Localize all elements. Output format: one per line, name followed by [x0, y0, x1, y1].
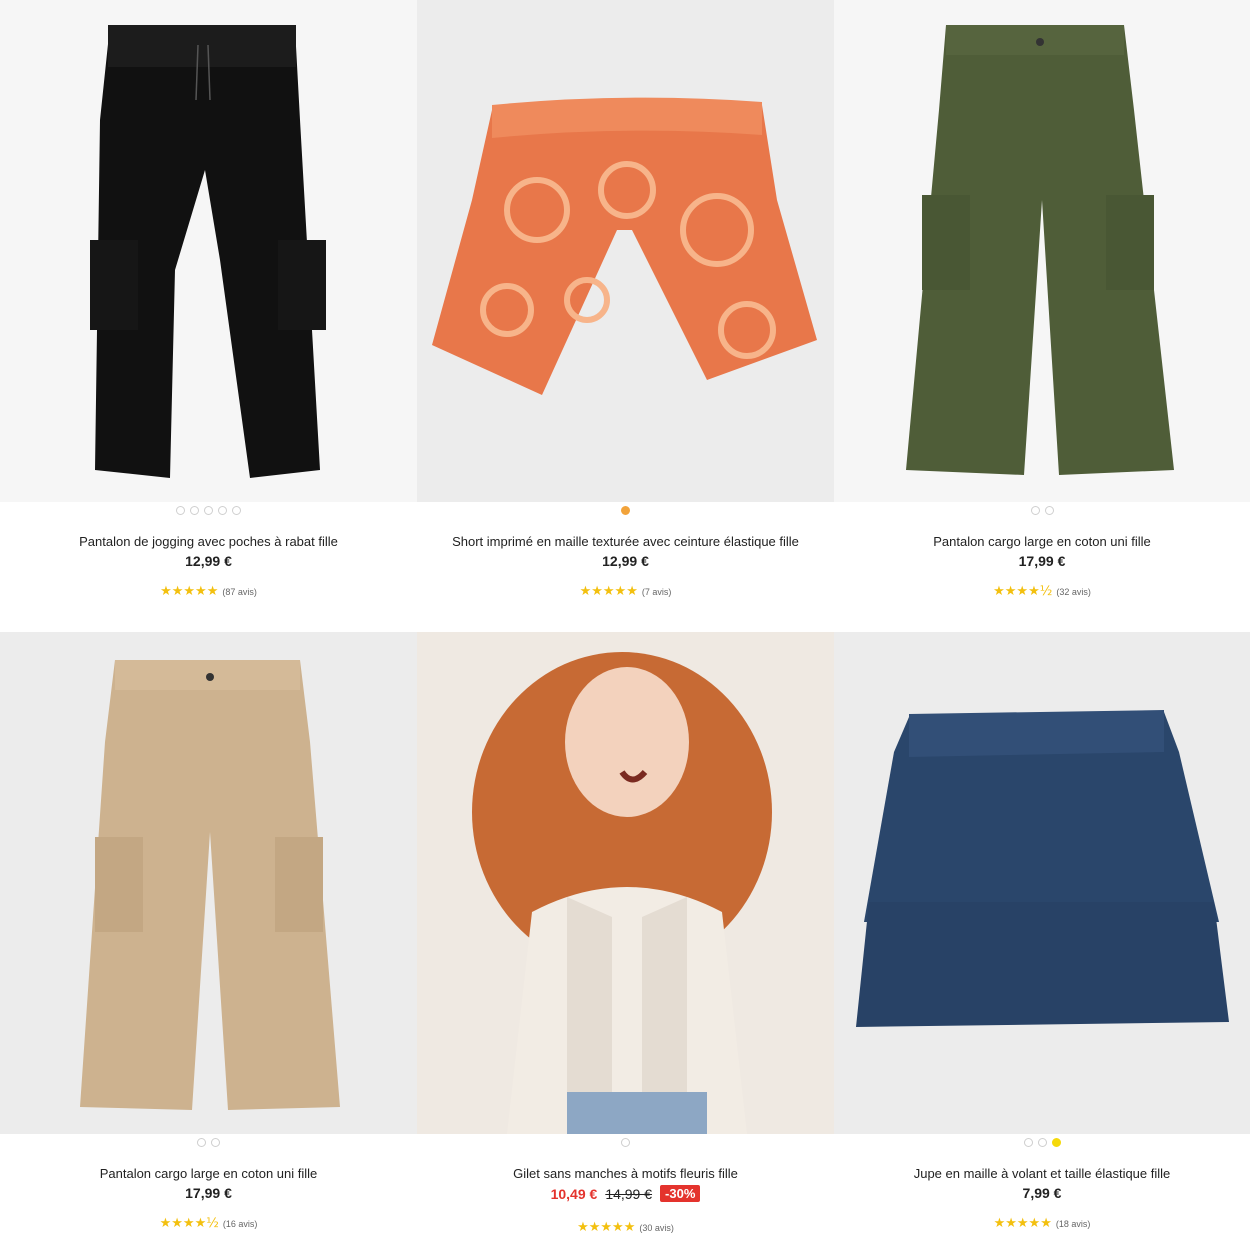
product-price: 12,99 € — [185, 553, 232, 569]
rating-stars-icon: ★★★★★ — [579, 584, 638, 599]
product-rating[interactable]: ★★★★½ (32 avis) — [834, 584, 1250, 599]
carousel-dot[interactable] — [211, 1138, 220, 1147]
khaki-cargo-illustration — [906, 25, 1174, 475]
carousel-dot[interactable] — [204, 506, 213, 515]
product-card[interactable]: Pantalon cargo large en coton uni fille … — [834, 0, 1250, 632]
product-card[interactable]: Pantalon cargo large en coton uni fille … — [0, 632, 417, 1235]
price-row: 17,99 € — [834, 553, 1250, 569]
product-card[interactable]: Gilet sans manches à motifs fleuris fill… — [417, 632, 834, 1235]
product-price: 7,99 € — [1022, 1185, 1062, 1201]
sale-price: 10,49 € — [550, 1185, 598, 1202]
product-rating[interactable]: ★★★★½ (16 avis) — [0, 1216, 417, 1231]
discount-badge: -30% — [660, 1185, 701, 1202]
orange-shorts-illustration — [432, 97, 817, 395]
carousel-dot[interactable] — [1037, 1138, 1047, 1147]
product-rating[interactable]: ★★★★★ (87 avis) — [0, 584, 417, 599]
image-carousel-dots[interactable] — [834, 506, 1250, 516]
review-count: (7 avis) — [641, 586, 672, 597]
product-price: 17,99 € — [1018, 553, 1066, 569]
original-price: 14,99 € — [605, 1185, 653, 1202]
product-rating[interactable]: ★★★★★ (7 avis) — [417, 584, 834, 599]
rating-stars-icon: ★★★★★ — [993, 1216, 1052, 1231]
rating-stars-icon: ★★★★★ — [577, 1220, 636, 1235]
product-title[interactable]: Pantalon cargo large en coton uni fille — [0, 1166, 417, 1181]
product-image-navy-ruffle-skirt[interactable] — [834, 632, 1250, 1134]
navy-skirt-illustration — [856, 710, 1229, 1027]
review-count: (30 avis) — [639, 1222, 674, 1233]
review-count: (32 avis) — [1056, 586, 1091, 597]
review-count: (16 avis) — [222, 1218, 258, 1229]
price-row: 12,99 € — [417, 553, 834, 569]
product-card[interactable]: Jupe en maille à volant et taille élasti… — [834, 632, 1250, 1235]
product-title[interactable]: Pantalon de jogging avec poches à rabat … — [0, 534, 417, 549]
image-carousel-dots[interactable] — [417, 1138, 834, 1148]
price-row: 17,99 € — [0, 1185, 417, 1201]
beige-cargo-illustration — [80, 660, 340, 1110]
product-rating[interactable]: ★★★★★ (18 avis) — [834, 1216, 1250, 1231]
carousel-dot[interactable] — [218, 506, 227, 515]
carousel-dot[interactable] — [621, 1138, 630, 1147]
review-count: (87 avis) — [222, 586, 257, 597]
product-image-girl-floral-vest-photo[interactable] — [417, 632, 834, 1134]
carousel-dot[interactable] — [1051, 1138, 1061, 1147]
product-card[interactable]: Pantalon de jogging avec poches à rabat … — [0, 0, 417, 632]
product-image-black-cargo-jogger[interactable] — [0, 0, 417, 502]
product-card[interactable]: Short imprimé en maille texturée avec ce… — [417, 0, 834, 632]
product-grid: Pantalon de jogging avec poches à rabat … — [0, 0, 1250, 1235]
image-carousel-dots[interactable] — [0, 1138, 417, 1148]
carousel-dot[interactable] — [197, 1138, 206, 1147]
rating-stars-icon: ★★★★½ — [159, 1216, 219, 1231]
product-title[interactable]: Gilet sans manches à motifs fleuris fill… — [417, 1166, 834, 1181]
product-price: 17,99 € — [185, 1185, 232, 1201]
carousel-dot[interactable] — [190, 506, 199, 515]
product-image-khaki-cargo-pants[interactable] — [834, 0, 1250, 502]
price-row: 7,99 € — [834, 1185, 1250, 1201]
black-cargo-jogger-illustration — [90, 25, 326, 478]
price-row: 12,99 € — [0, 553, 417, 569]
carousel-dot[interactable] — [621, 506, 630, 515]
product-title[interactable]: Jupe en maille à volant et taille élasti… — [834, 1166, 1250, 1181]
image-carousel-dots[interactable] — [0, 506, 417, 516]
review-count: (18 avis) — [1055, 1218, 1091, 1229]
carousel-dot[interactable] — [232, 506, 241, 515]
price-row: 10,49 € 14,99 € -30% — [417, 1185, 834, 1202]
image-carousel-dots[interactable] — [417, 506, 834, 516]
rating-stars-icon: ★★★★★ — [160, 584, 219, 599]
carousel-dot[interactable] — [1023, 1138, 1033, 1147]
image-carousel-dots[interactable] — [834, 1138, 1250, 1148]
girl-floral-vest-illustration — [472, 652, 772, 1134]
product-image-orange-printed-shorts[interactable] — [417, 0, 834, 502]
product-price: 12,99 € — [602, 553, 649, 569]
carousel-dot[interactable] — [1044, 506, 1054, 515]
product-rating[interactable]: ★★★★★ (30 avis) — [417, 1220, 834, 1235]
carousel-dot[interactable] — [1030, 506, 1040, 515]
product-title[interactable]: Short imprimé en maille texturée avec ce… — [417, 534, 834, 549]
product-title[interactable]: Pantalon cargo large en coton uni fille — [834, 534, 1250, 549]
rating-stars-icon: ★★★★½ — [993, 584, 1053, 599]
product-image-beige-cargo-pants[interactable] — [0, 632, 417, 1134]
carousel-dot[interactable] — [176, 506, 185, 515]
